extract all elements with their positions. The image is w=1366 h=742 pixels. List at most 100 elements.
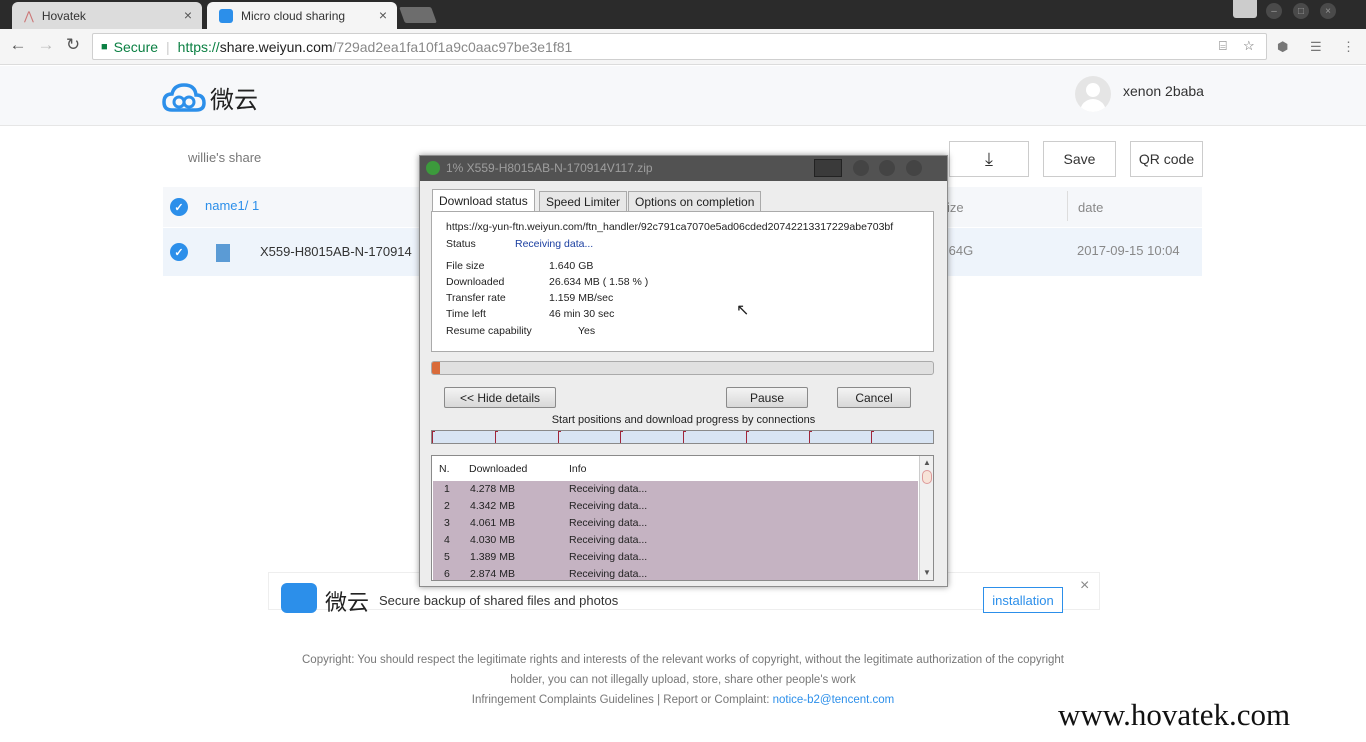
tab-speed-limiter[interactable]: Speed Limiter: [539, 191, 628, 211]
tab-download-status[interactable]: Download status: [432, 189, 535, 212]
download-button[interactable]: ⤓: [949, 141, 1029, 177]
connections-table: N. Downloaded Info 1 4.278 MB Receiving da…: [431, 455, 934, 581]
status-label: Status: [446, 238, 476, 250]
connection-downloaded: 2.874 MB: [470, 568, 515, 580]
tab-hovatek[interactable]: ⋀ Hovatek ×: [12, 2, 202, 29]
weiyun-logo[interactable]: 微云: [162, 80, 258, 115]
url-scheme: https://: [177, 38, 220, 55]
connection-downloaded: 4.061 MB: [470, 517, 515, 529]
reload-icon[interactable]: ↻: [63, 35, 83, 55]
site-header: 微云 xenon 2baba: [0, 66, 1366, 126]
idm-app-icon: [426, 161, 440, 175]
watermark: www.hovatek.com: [1058, 697, 1291, 732]
weiyun-favicon-icon: [219, 8, 233, 23]
tab-options-on-completion[interactable]: Options on completion: [628, 191, 762, 211]
cloud-logo-icon: [162, 82, 206, 112]
scroll-up-icon[interactable]: ▲: [923, 458, 931, 467]
col-n-header: N.: [439, 463, 450, 475]
pause-button[interactable]: Pause: [726, 387, 808, 408]
connection-number: 6: [444, 568, 450, 580]
download-progress-bar: [431, 361, 934, 375]
resume-capability-label: Resume capability: [446, 325, 532, 337]
translate-icon[interactable]: ⌸: [1219, 38, 1227, 54]
name-header[interactable]: name1/ 1: [205, 198, 259, 213]
back-icon[interactable]: ←: [8, 35, 28, 55]
tab-title: Hovatek: [41, 8, 86, 23]
secure-label: Secure: [113, 38, 159, 55]
save-button[interactable]: Save: [1043, 141, 1116, 177]
column-divider: [1067, 191, 1068, 221]
idm-extension-icon[interactable]: ☰: [1310, 39, 1322, 55]
connection-number: 3: [444, 517, 450, 529]
connection-row[interactable]: 6 2.874 MB Receiving data...: [433, 566, 918, 580]
avatar[interactable]: [1075, 76, 1111, 112]
maximize-icon[interactable]: □: [1293, 3, 1309, 19]
connection-row[interactable]: 4 4.030 MB Receiving data...: [433, 532, 918, 549]
address-bar[interactable]: ■ Secure | https://share.weiyun.com/729a…: [92, 33, 1267, 60]
separator: |: [166, 38, 170, 55]
dialog-close-icon[interactable]: [906, 160, 922, 176]
download-icon: ⤓: [985, 148, 993, 169]
hovatek-favicon-icon: ⋀: [24, 8, 34, 23]
close-window-icon[interactable]: ×: [1320, 3, 1336, 19]
dialog-titlebar[interactable]: 1% X559-H8015AB-N-170914V117.zip: [420, 156, 947, 181]
profile-icon[interactable]: [1233, 0, 1257, 18]
tab-close-icon[interactable]: ×: [379, 7, 387, 23]
connection-progress-segment: [557, 431, 561, 432]
connection-progress-segment: [620, 431, 624, 432]
menu-icon[interactable]: ⋮: [1342, 39, 1355, 55]
dialog-minimize-icon[interactable]: [853, 160, 869, 176]
forward-icon[interactable]: →: [36, 35, 56, 55]
connection-row[interactable]: 3 4.061 MB Receiving data...: [433, 515, 918, 532]
connection-info: Receiving data...: [569, 534, 648, 546]
hide-details-button[interactable]: << Hide details: [444, 387, 556, 408]
weiyun-app-icon: [281, 583, 317, 613]
banner-close-icon[interactable]: ×: [1080, 577, 1089, 595]
banner-brand: 微云: [325, 590, 370, 615]
connection-info: Receiving data...: [569, 568, 648, 580]
connection-info: Receiving data...: [569, 517, 648, 529]
tab-title: Micro cloud sharing: [241, 8, 346, 23]
star-icon[interactable]: ☆: [1243, 38, 1255, 54]
installation-button[interactable]: installation: [983, 587, 1063, 613]
url-host: share.weiyun.com: [219, 38, 333, 55]
time-left-label: Time left: [446, 308, 486, 320]
mouse-cursor-icon: ↖: [736, 302, 750, 319]
cancel-button[interactable]: Cancel: [837, 387, 911, 408]
transfer-rate-value: 1.159 MB/sec: [549, 292, 614, 304]
extension-icon[interactable]: ⬢: [1277, 39, 1288, 55]
connection-row[interactable]: 5 1.389 MB Receiving data...: [433, 549, 918, 566]
username[interactable]: xenon 2baba: [1123, 83, 1204, 99]
new-tab-button[interactable]: [399, 7, 437, 23]
connection-downloaded: 4.030 MB: [470, 534, 515, 546]
brand-name: 微云: [210, 87, 258, 114]
col-downloaded-header: Downloaded: [469, 463, 528, 475]
connection-progress-segment: [494, 431, 498, 432]
minimize-icon[interactable]: –: [1266, 3, 1282, 19]
connection-info: Receiving data...: [569, 551, 648, 563]
dialog-maximize-icon[interactable]: [879, 160, 895, 176]
row-checkbox[interactable]: ✓: [170, 243, 188, 261]
scroll-down-icon[interactable]: ▼: [923, 568, 931, 577]
complaint-email-link[interactable]: notice-b2@tencent.com: [773, 694, 895, 706]
date-header: date: [1078, 200, 1104, 215]
qr-code-button[interactable]: QR code: [1130, 141, 1203, 177]
time-left-value: 46 min 30 sec: [549, 308, 615, 320]
connection-number: 4: [444, 534, 450, 546]
size-header: ize: [947, 200, 964, 215]
zip-file-icon: [216, 244, 230, 262]
connection-info: Receiving data...: [569, 500, 648, 512]
file-date: 2017-09-15 10:04: [1077, 243, 1180, 258]
connection-row[interactable]: 2 4.342 MB Receiving data...: [433, 498, 918, 515]
download-url: https://xg-yun-ftn.weiyun.com/ftn_handle…: [446, 221, 894, 233]
tab-micro-cloud-sharing[interactable]: Micro cloud sharing ×: [207, 2, 397, 29]
connection-row[interactable]: 1 4.278 MB Receiving data...: [433, 481, 918, 498]
tab-close-icon[interactable]: ×: [184, 7, 192, 23]
minimize-to-tray-icon[interactable]: [814, 159, 842, 177]
scroll-thumb[interactable]: [922, 470, 932, 484]
share-title: willie's share: [188, 150, 262, 165]
file-name[interactable]: X559-H8015AB-N-170914: [260, 244, 412, 259]
url-path: /729ad2ea1fa10f1a9c0aac97be3e1f81: [332, 38, 573, 55]
select-all-checkbox[interactable]: ✓: [170, 198, 188, 216]
table-scrollbar[interactable]: ▲ ▼: [919, 456, 933, 580]
